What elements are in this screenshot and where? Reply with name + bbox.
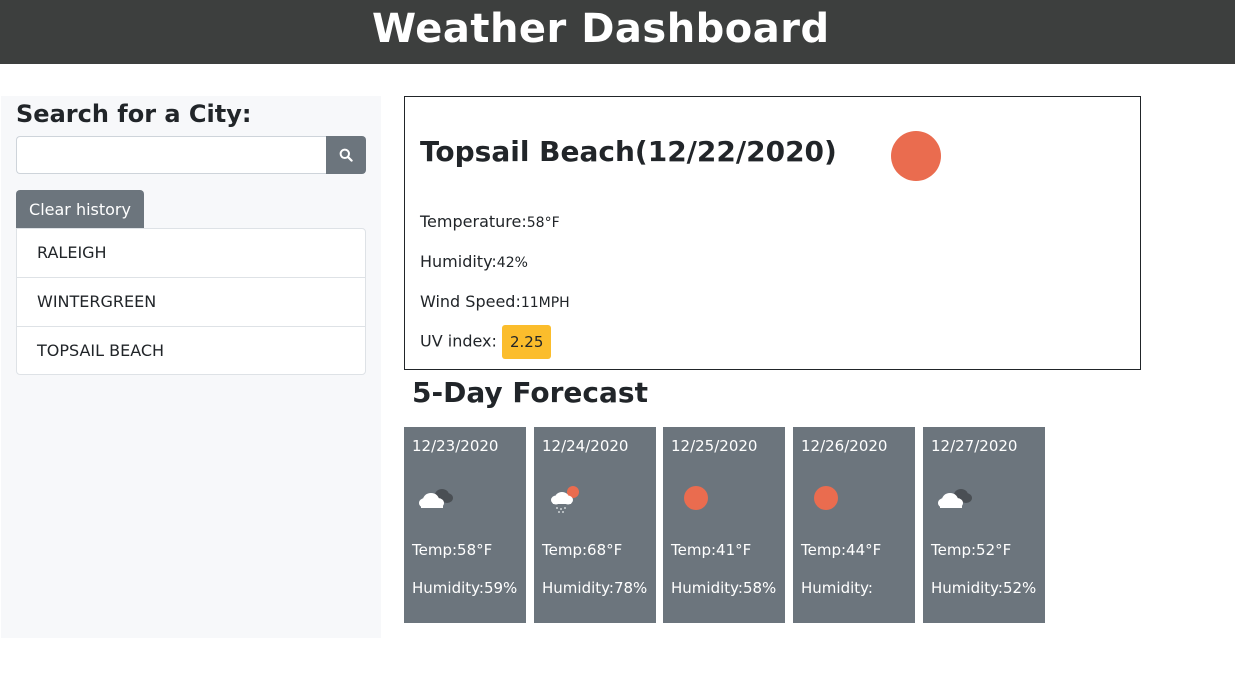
forecast-card: 12/26/2020 Temp:44°F Humidity: — [793, 427, 915, 623]
search-sidebar: Search for a City: Clear history RALEIGH… — [1, 96, 381, 638]
humidity-value: 42% — [496, 255, 528, 271]
forecast-heading: 5-Day Forecast — [412, 376, 648, 409]
forecast-date: 12/27/2020 — [931, 437, 1018, 455]
history-item-wintergreen[interactable]: WINTERGREEN — [17, 278, 365, 327]
forecast-card: 12/25/2020 Temp:41°F Humidity:58% — [663, 427, 785, 623]
forecast-humidity: Humidity:52% — [931, 579, 1037, 597]
uv-index-stat: UV index: 2.25 — [420, 325, 552, 359]
forecast-humidity: Humidity:78% — [542, 579, 648, 597]
forecast-humidity: Humidity:59% — [412, 579, 518, 597]
forecast-card: 12/27/2020 Temp:52°F Humidity:52% — [923, 427, 1045, 623]
current-city-title: Topsail Beach(12/22/2020) — [420, 135, 837, 168]
humidity-label: Humidity: — [420, 252, 497, 271]
sun-icon — [814, 486, 838, 510]
sun-icon — [891, 131, 941, 181]
page-title: Weather Dashboard — [372, 6, 830, 52]
sun-icon — [684, 486, 708, 510]
search-history-list: RALEIGH WINTERGREEN TOPSAIL BEACH — [16, 228, 366, 375]
forecast-temp: Temp:58°F — [412, 541, 493, 559]
app-header: Weather Dashboard — [0, 0, 1235, 64]
forecast-card: 12/23/2020 Temp:58°F Humidity:59% — [404, 427, 526, 623]
rain-icon — [551, 486, 579, 513]
wind-speed-value: 11MPH — [520, 295, 570, 311]
forecast-date: 12/24/2020 — [542, 437, 629, 455]
wind-speed-label: Wind Speed: — [420, 292, 521, 311]
history-item-raleigh[interactable]: RALEIGH — [17, 229, 365, 278]
cloudy-icon — [938, 489, 972, 508]
forecast-temp: Temp:68°F — [542, 541, 623, 559]
forecast-temp: Temp:52°F — [931, 541, 1012, 559]
history-item-topsail-beach[interactable]: TOPSAIL BEACH — [17, 327, 365, 374]
forecast-card: 12/24/2020 Temp:68°F Humidity:78% — [534, 427, 656, 623]
wind-speed-stat: Wind Speed:11MPH — [420, 292, 570, 311]
forecast-date: 12/25/2020 — [671, 437, 758, 455]
city-search-input[interactable] — [16, 136, 326, 174]
search-heading: Search for a City: — [16, 100, 252, 128]
cloudy-icon — [419, 489, 453, 508]
uv-index-label: UV index: — [420, 331, 497, 351]
forecast-humidity: Humidity:58% — [671, 579, 777, 597]
current-weather-panel: Topsail Beach(12/22/2020) Temperature:58… — [404, 96, 1141, 370]
clear-history-button[interactable]: Clear history — [16, 190, 144, 228]
search-button[interactable] — [326, 136, 366, 174]
temperature-stat: Temperature:58°F — [420, 212, 560, 231]
humidity-stat: Humidity:42% — [420, 252, 528, 271]
temperature-label: Temperature: — [420, 212, 527, 231]
forecast-date: 12/23/2020 — [412, 437, 499, 455]
forecast-temp: Temp:41°F — [671, 541, 752, 559]
forecast-temp: Temp:44°F — [801, 541, 882, 559]
uv-index-badge: 2.25 — [502, 325, 552, 359]
search-icon — [339, 148, 353, 162]
forecast-date: 12/26/2020 — [801, 437, 888, 455]
forecast-humidity: Humidity: — [801, 579, 873, 597]
temperature-value: 58°F — [526, 215, 560, 231]
